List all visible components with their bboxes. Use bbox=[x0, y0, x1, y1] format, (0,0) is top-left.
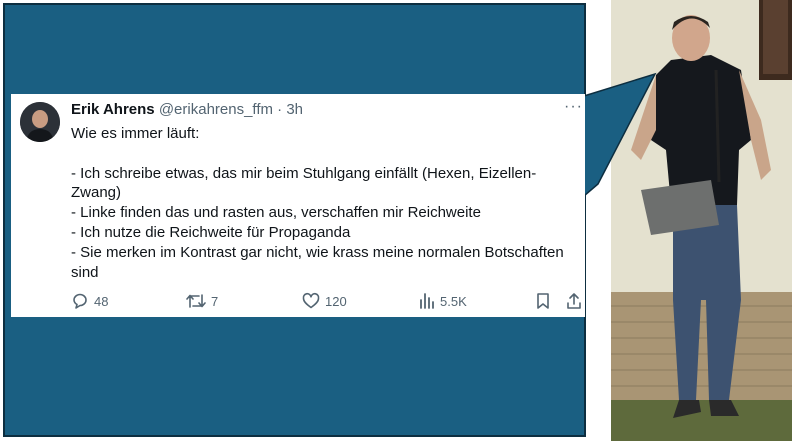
like-count: 120 bbox=[325, 293, 347, 309]
tweet-line: - Ich schreibe etwas, das mir beim Stuhl… bbox=[71, 164, 537, 182]
views-button[interactable]: 5.5K bbox=[419, 292, 467, 310]
tweet-line: Wie es immer läuft: bbox=[71, 125, 200, 142]
share-button[interactable] bbox=[566, 292, 582, 310]
tweet-line: Zwang) bbox=[71, 184, 122, 202]
tweet-line bbox=[71, 144, 581, 164]
tweet-line: - Ich nutze die Reichweite für Propagand… bbox=[71, 223, 351, 241]
tweet-actions: 48 7 120 5.5K bbox=[11, 292, 585, 314]
tweet-line: sind bbox=[71, 263, 99, 281]
reply-count: 48 bbox=[94, 293, 109, 309]
like-button[interactable]: 120 bbox=[302, 292, 347, 310]
heart-icon bbox=[302, 292, 320, 309]
bookmark-icon bbox=[537, 293, 549, 309]
reply-button[interactable]: 48 bbox=[71, 292, 108, 310]
reply-icon bbox=[73, 293, 87, 309]
tweet-line: - Linke finden das und rasten aus, versc… bbox=[71, 204, 481, 222]
repost-count: 7 bbox=[211, 293, 219, 309]
more-icon[interactable]: ··· bbox=[564, 98, 583, 116]
avatar[interactable] bbox=[20, 102, 60, 142]
author-handle[interactable]: @erikahrens_ffm bbox=[159, 101, 273, 118]
repost-button[interactable]: 7 bbox=[186, 292, 218, 310]
separator-dot: · bbox=[277, 101, 283, 118]
views-icon bbox=[420, 293, 434, 309]
tweet-card: Erik Ahrens @erikahrens_ffm · 3h ··· Wie… bbox=[11, 94, 585, 317]
views-count: 5.5K bbox=[440, 293, 467, 309]
share-icon bbox=[567, 293, 581, 309]
tweet-header: Erik Ahrens @erikahrens_ffm · 3h bbox=[71, 100, 303, 120]
tweet-text: Wie es immer läuft: - Ich schreibe etwas… bbox=[71, 124, 581, 282]
author-name[interactable]: Erik Ahrens bbox=[71, 101, 155, 118]
bookmark-button[interactable] bbox=[535, 292, 551, 310]
tweet-time[interactable]: 3h bbox=[286, 101, 303, 118]
tweet-line: - Sie merken im Kontrast gar nicht, wie … bbox=[71, 243, 564, 261]
repost-icon bbox=[186, 294, 206, 308]
